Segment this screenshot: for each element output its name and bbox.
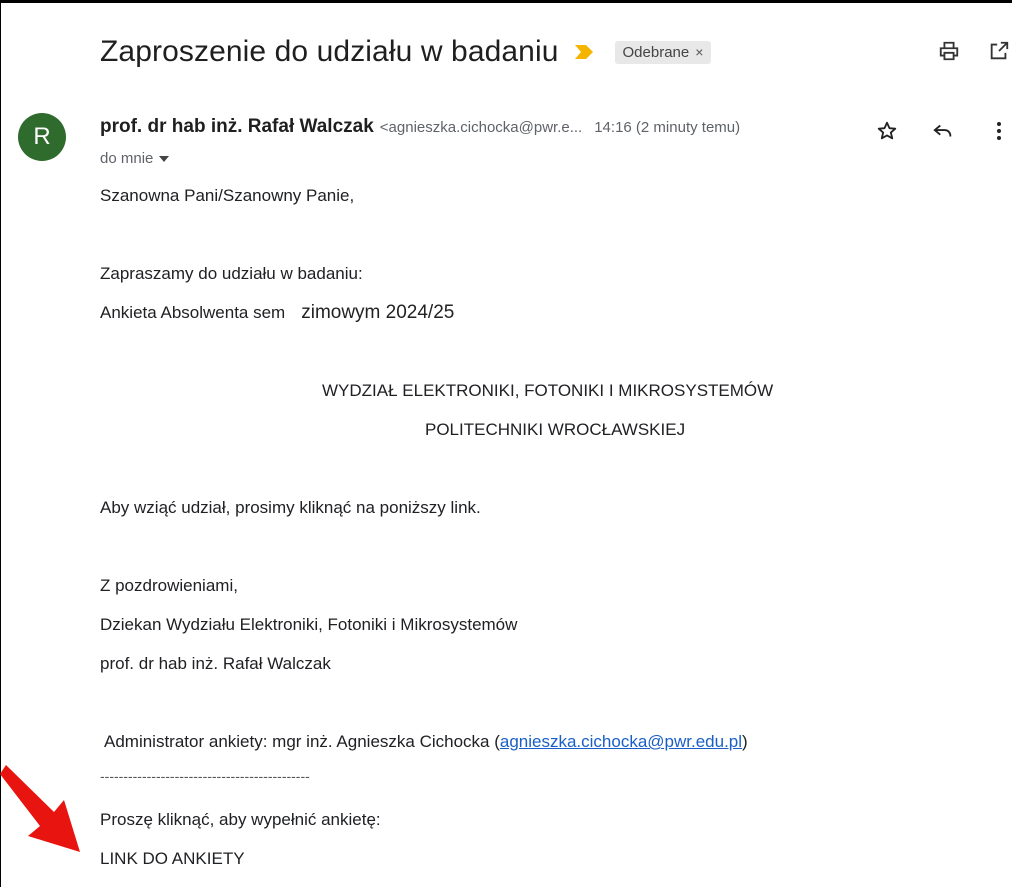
closing-text: Z pozdrowieniami, — [100, 576, 238, 595]
faculty-line-2: POLITECHNIKI WROCŁAWSKIEJ — [425, 420, 686, 439]
recipient-toggle[interactable]: do mnie — [100, 150, 170, 167]
email-subject: Zaproszenie do udziału w badaniu — [100, 35, 559, 68]
remove-label-icon[interactable]: × — [695, 44, 703, 60]
click-prompt: Proszę kliknąć, aby wypełnić ankietę: — [100, 810, 381, 829]
sender-email: <agnieszka.cichocka@pwr.e... — [379, 119, 583, 136]
print-icon[interactable] — [936, 38, 962, 64]
message-time: 14:16 (2 minuty temu) — [594, 119, 741, 136]
avatar[interactable]: R — [18, 113, 66, 161]
survey-link[interactable]: LINK DO ANKIETY — [100, 849, 245, 869]
admin-suffix: ) — [742, 732, 748, 751]
separator: ----------------------------------------… — [100, 768, 310, 784]
sender-name[interactable]: prof. dr hab inż. Rafał Walczak — [100, 116, 374, 138]
greeting: Szanowna Pani/Szanowny Panie, — [100, 186, 355, 205]
reply-icon[interactable] — [930, 118, 956, 144]
recipient-text: do mnie — [100, 150, 154, 167]
chevron-down-icon — [159, 155, 170, 162]
more-vert-icon[interactable] — [986, 118, 1012, 144]
invite-text: Zapraszamy do udziału w badaniu: — [100, 264, 363, 283]
instruction-text: Aby wziąć udział, prosimy kliknąć na pon… — [100, 498, 481, 517]
red-arrow-icon — [0, 765, 80, 852]
signature-title: Dziekan Wydziału Elektroniki, Fotoniki i… — [100, 615, 518, 634]
label-chip-inbox[interactable]: Odebrane × — [614, 40, 712, 64]
admin-email-link[interactable]: agnieszka.cichocka@pwr.edu.pl — [500, 732, 742, 751]
header-actions — [936, 38, 1012, 64]
open-in-new-window-icon[interactable] — [986, 38, 1012, 64]
sender-line: prof. dr hab inż. Rafał Walczak <agniesz… — [100, 116, 740, 138]
survey-name: Ankieta Absolwenta sem — [100, 303, 286, 322]
signature-name: prof. dr hab inż. Rafał Walczak — [100, 654, 331, 673]
admin-prefix: Administrator ankiety: mgr inż. Agnieszk… — [104, 732, 500, 751]
faculty-line-1: WYDZIAŁ ELEKTRONIKI, FOTONIKI I MIKROSYS… — [322, 381, 774, 400]
survey-name-line: Ankieta Absolwenta sem zimowym 2024/25 — [100, 302, 454, 324]
survey-term: zimowym 2024/25 — [301, 302, 455, 323]
email-subject-row: Zaproszenie do udziału w badaniu Odebran… — [100, 30, 712, 74]
star-icon[interactable] — [874, 118, 900, 144]
admin-line: Administrator ankiety: mgr inż. Agnieszk… — [104, 732, 748, 752]
top-border — [0, 0, 1012, 3]
message-actions — [874, 118, 1012, 144]
important-marker-icon[interactable] — [574, 43, 593, 61]
label-chip-text: Odebrane — [622, 43, 690, 61]
